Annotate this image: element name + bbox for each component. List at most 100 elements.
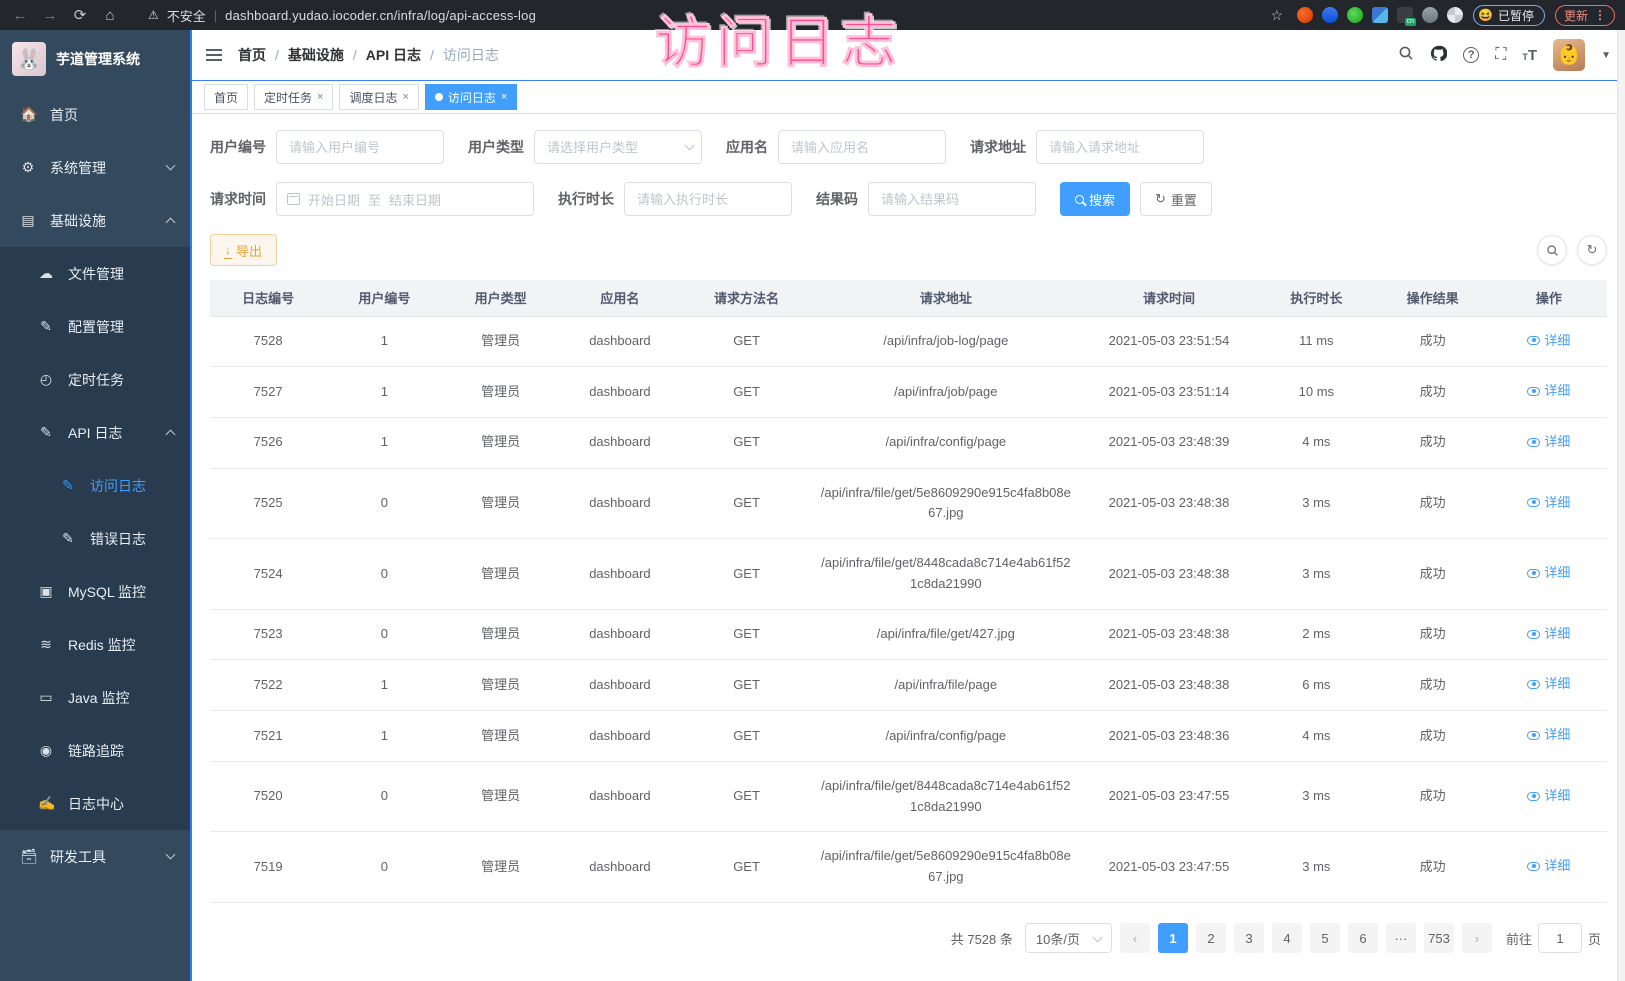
detail-link[interactable]: 详细 [1527,493,1570,514]
sidebar-item-home[interactable]: 🏠 首页 [0,88,190,141]
detail-link-label: 详细 [1544,493,1570,514]
browser-menu-kebab-icon[interactable]: ⋮ [1594,8,1606,22]
page-button-5[interactable]: 5 [1310,923,1340,953]
sidebar-item-infrastructure[interactable]: ▤ 基础设施 [0,194,190,247]
breadcrumb-home[interactable]: 首页 [238,45,266,65]
detail-link-label: 详细 [1544,674,1570,695]
sidebar-item-log-center[interactable]: ✍ 日志中心 [0,777,190,830]
detail-link[interactable]: 详细 [1527,563,1570,584]
page-size-select[interactable]: 10条/页 [1025,923,1112,953]
refresh-table-button[interactable]: ↻ [1577,235,1607,265]
cell-time: 2021-05-03 23:51:14 [1080,367,1259,418]
cell-method: GET [681,367,812,418]
page-button-1[interactable]: 1 [1158,923,1188,953]
avatar-caret-down-icon[interactable]: ▼ [1601,50,1611,61]
close-icon[interactable]: × [501,91,507,103]
sidebar-item-label: Redis 监控 [68,635,136,655]
browser-home-icon[interactable]: ⌂ [100,7,120,24]
paused-label: 已暂停 [1498,7,1534,24]
fullscreen-icon[interactable]: ⛶ [1495,47,1506,63]
extension-icon-shield[interactable] [1322,7,1338,23]
detail-link[interactable]: 详细 [1527,786,1570,807]
app-name-input[interactable] [778,130,946,164]
next-page-button[interactable]: › [1462,923,1492,953]
table-row: 7527 1 管理员 dashboard GET /api/infra/job/… [210,367,1607,418]
bookmark-star-icon[interactable]: ☆ [1270,7,1283,24]
breadcrumb-api-log[interactable]: API 日志 [366,45,421,65]
extensions-pinwheel-icon[interactable] [1447,7,1463,23]
tab-access-log[interactable]: 访问日志 × [425,84,517,110]
tab-schedule-log[interactable]: 调度日志× [339,84,418,110]
export-button[interactable]: ↓ 导出 [210,234,277,266]
detail-link[interactable]: 详细 [1527,624,1570,645]
detail-link[interactable]: 详细 [1527,674,1570,695]
page-button-6[interactable]: 6 [1348,923,1378,953]
browser-update-button[interactable]: 更新 ⋮ [1555,5,1615,26]
sidebar-item-java-monitor[interactable]: ▭ Java 监控 [0,671,190,724]
detail-link[interactable]: 详细 [1527,331,1570,352]
sidebar-item-system-management[interactable]: ⚙ 系统管理 [0,141,190,194]
close-icon[interactable]: × [317,91,323,103]
sidebar-item-dev-tools[interactable]: 🗃 研发工具 [0,830,190,883]
cell-duration: 3 ms [1258,761,1374,832]
page-button-2[interactable]: 2 [1196,923,1226,953]
detail-link[interactable]: 详细 [1527,856,1570,877]
sidebar-item-error-log[interactable]: ✎ 错误日志 [0,512,190,565]
cell-url: /api/infra/file/get/8448cada8c714e4ab61f… [812,539,1080,610]
search-icon[interactable] [1398,45,1414,65]
sidebar-item-trace[interactable]: ◉ 链路追踪 [0,724,190,777]
paused-badge[interactable]: 😆 已暂停 [1473,5,1545,26]
user-avatar[interactable]: 👶 [1553,39,1585,71]
date-range-picker[interactable]: 开始日期 至 结束日期 [276,182,534,216]
scrollbar[interactable] [1617,30,1625,981]
sidebar-item-config-management[interactable]: ✎ 配置管理 [0,300,190,353]
search-button[interactable]: 搜索 [1060,182,1130,216]
sidebar-item-api-log[interactable]: ✎ API 日志 [0,406,190,459]
sidebar-item-access-log[interactable]: ✎ 访问日志 [0,459,190,512]
cell-user-id: 0 [326,539,442,610]
page-button-4[interactable]: 4 [1272,923,1302,953]
browser-forward-icon[interactable]: → [40,7,60,24]
address-bar[interactable]: ⚠ 不安全 | dashboard.yudao.iocoder.cn/infra… [130,6,1260,25]
sidebar-item-mysql-monitor[interactable]: ▣ MySQL 监控 [0,565,190,618]
toggle-search-button[interactable] [1537,235,1567,265]
detail-link[interactable]: 详细 [1527,432,1570,453]
github-icon[interactable] [1430,45,1447,66]
user-id-input[interactable] [276,130,444,164]
extension-icon-grid[interactable]: cn [1397,7,1413,23]
extension-icon-orange[interactable] [1297,7,1313,23]
extension-icon-green[interactable] [1347,7,1363,23]
tab-label: 访问日志 [448,89,496,106]
sidebar-item-redis-monitor[interactable]: ≋ Redis 监控 [0,618,190,671]
prev-page-button[interactable]: ‹ [1120,923,1150,953]
sidebar-item-label: 错误日志 [90,529,146,549]
breadcrumb-infrastructure[interactable]: 基础设施 [288,45,344,65]
detail-link[interactable]: 详细 [1527,381,1570,402]
app-logo[interactable]: 🐰 芋道管理系统 [0,30,190,88]
sidebar-item-scheduled-tasks[interactable]: ◴ 定时任务 [0,353,190,406]
sidebar-item-file-management[interactable]: ☁ 文件管理 [0,247,190,300]
browser-reload-icon[interactable]: ⟳ [70,6,90,24]
page-button-3[interactable]: 3 [1234,923,1264,953]
cell-log-id: 7523 [210,609,326,660]
tab-home[interactable]: 首页 [204,84,248,110]
user-type-select[interactable] [534,130,702,164]
extension-icon-blocks[interactable] [1372,7,1388,23]
help-icon[interactable]: ? [1463,47,1479,63]
detail-link[interactable]: 详细 [1527,725,1570,746]
result-code-input[interactable] [868,182,1036,216]
close-icon[interactable]: × [402,91,408,103]
goto-page-input[interactable] [1538,923,1582,953]
pager-ellipsis[interactable]: ··· [1386,923,1416,953]
duration-input[interactable] [624,182,792,216]
page-button-753[interactable]: 753 [1424,923,1454,953]
font-size-icon[interactable]: TT [1522,47,1537,64]
reset-button[interactable]: ↻ 重置 [1140,182,1212,216]
request-url-input[interactable] [1036,130,1204,164]
browser-back-icon[interactable]: ← [10,7,30,24]
tab-scheduled-tasks[interactable]: 定时任务× [254,84,333,110]
edit-icon: ✎ [38,424,54,441]
extension-icon-gray[interactable] [1422,7,1438,23]
hamburger-icon[interactable] [206,49,222,61]
range-separator: 至 [368,190,381,209]
